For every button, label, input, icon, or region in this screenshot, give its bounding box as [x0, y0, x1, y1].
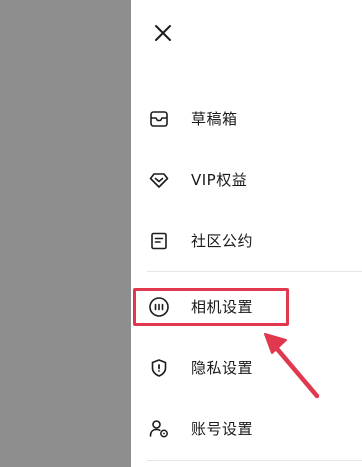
diamond-icon: [148, 169, 170, 191]
document-icon: [148, 230, 170, 252]
privacy-shield-icon: [148, 357, 170, 379]
divider: [147, 271, 362, 272]
menu-item-community-rules[interactable]: 社区公约: [148, 227, 348, 255]
menu-item-label: 隐私设置: [191, 359, 254, 377]
menu-item-label: VIP权益: [191, 171, 248, 189]
close-button[interactable]: [152, 22, 174, 44]
menu-item-label: 账号设置: [191, 420, 254, 438]
menu-item-drafts[interactable]: 草稿箱: [148, 105, 348, 133]
inbox-tray-icon: [148, 108, 170, 130]
menu-item-label: 草稿箱: [191, 110, 238, 128]
menu-item-vip-benefits[interactable]: VIP权益: [148, 166, 348, 194]
highlight-box: [133, 288, 289, 326]
annotation-arrow-icon: [264, 333, 320, 399]
menu-item-account-settings[interactable]: 账号设置: [148, 415, 348, 443]
account-settings-icon: [148, 418, 170, 440]
divider: [147, 460, 362, 461]
menu-item-label: 社区公约: [191, 232, 254, 250]
close-icon: [155, 25, 171, 41]
dimmed-background-overlay[interactable]: [0, 0, 131, 467]
